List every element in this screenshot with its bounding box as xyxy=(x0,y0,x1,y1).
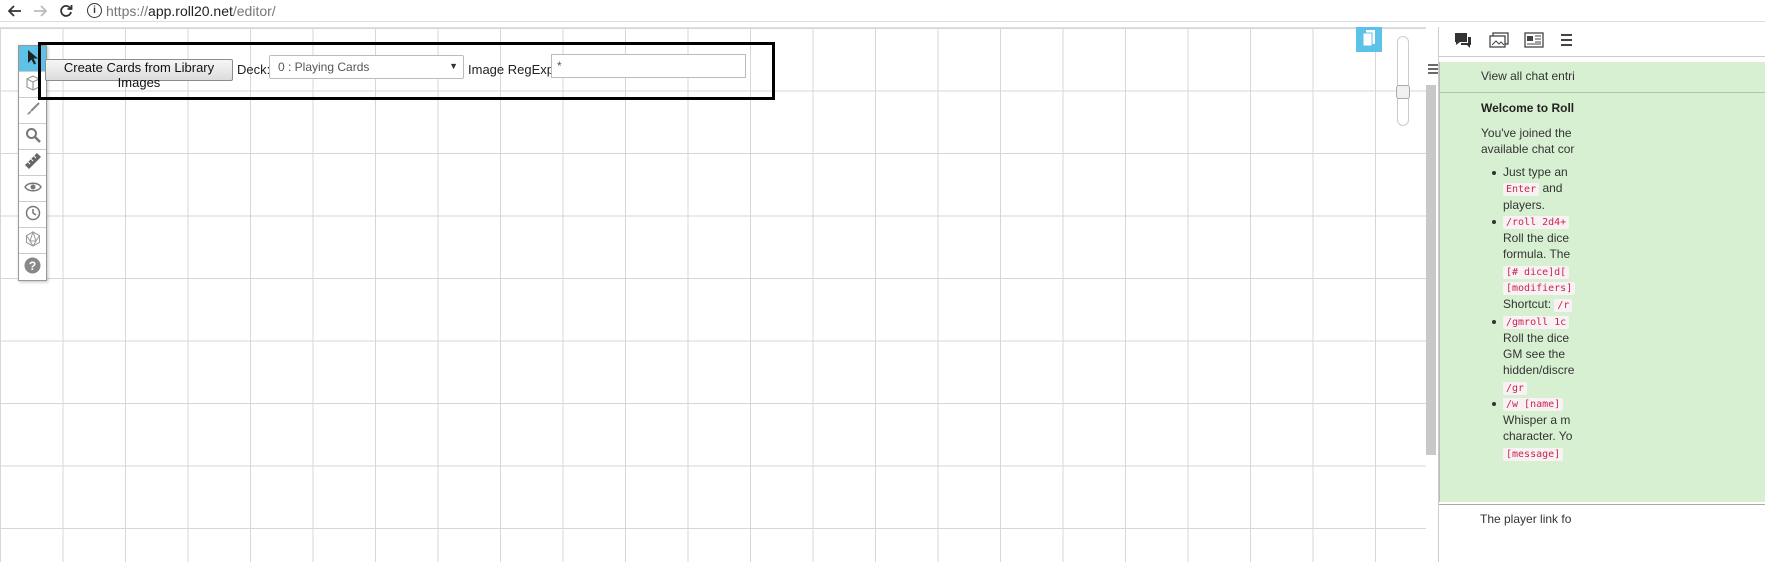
regexp-label: Image RegExp: xyxy=(468,62,558,77)
chat-help-text: /gmroll 1c xyxy=(1503,314,1570,329)
deck-selected-value: 0 : Playing Cards xyxy=(278,60,370,74)
chat-help-text: GM see the xyxy=(1503,347,1566,361)
pictures-icon xyxy=(1489,32,1509,51)
select-icon xyxy=(27,49,39,68)
view-all-chat-link[interactable]: View all chat entri xyxy=(1481,69,1575,83)
dice-tool-button[interactable] xyxy=(19,228,46,254)
hamburger-menu-icon[interactable] xyxy=(1428,63,1438,75)
forward-arrow-icon[interactable] xyxy=(31,2,49,20)
chat-log[interactable]: View all chat entri Welcome to Roll You'… xyxy=(1439,62,1765,502)
intro-line: available chat cor xyxy=(1481,142,1575,156)
turn-tracker-button[interactable] xyxy=(19,202,46,228)
zoom-icon xyxy=(25,127,41,146)
site-info-icon[interactable]: i xyxy=(87,3,102,18)
code-snippet: /gmroll 1c xyxy=(1503,316,1570,329)
chat-help-text: Roll the dice xyxy=(1503,231,1570,245)
url-protocol: https:// xyxy=(106,3,149,19)
intro-line: You've joined the xyxy=(1481,126,1572,140)
zoom-slider[interactable] xyxy=(1396,36,1410,126)
help-tool-button[interactable]: ? xyxy=(19,254,46,280)
reload-icon[interactable] xyxy=(57,2,75,20)
bullet xyxy=(1492,220,1496,224)
list-icon xyxy=(1560,32,1572,51)
chat-tab[interactable] xyxy=(1453,32,1473,52)
chat-help-text: /w [name] xyxy=(1503,396,1564,411)
chat-bubble-icon xyxy=(1453,32,1473,52)
chat-help-text: Enter and xyxy=(1503,181,1562,196)
chat-help-text: players. xyxy=(1503,198,1546,212)
code-snippet: [modifiers] xyxy=(1503,282,1576,295)
chat-help-text: Shortcut: /r xyxy=(1503,297,1573,312)
welcome-heading: Welcome to Roll xyxy=(1481,101,1575,115)
sidebar-panel: View all chat entri Welcome to Roll You'… xyxy=(1438,27,1765,562)
brush-icon xyxy=(25,101,41,120)
code-snippet: /r xyxy=(1554,299,1573,312)
card-icon xyxy=(1362,29,1376,50)
chat-help-text: Whisper a m xyxy=(1503,413,1571,427)
regexp-input[interactable] xyxy=(551,54,746,78)
chat-bottom-divider xyxy=(1439,504,1765,505)
chat-help-text: [message] xyxy=(1503,446,1564,461)
ruler-icon xyxy=(24,152,42,173)
journal-tab[interactable] xyxy=(1524,32,1544,51)
code-snippet: [message] xyxy=(1503,448,1564,461)
chat-help-text: Just type an xyxy=(1503,165,1568,179)
code-snippet: /gr xyxy=(1503,382,1528,395)
code-snippet: Enter xyxy=(1503,183,1540,196)
back-arrow-icon[interactable] xyxy=(6,2,24,20)
card-deck-button[interactable] xyxy=(1356,27,1382,52)
clock-icon xyxy=(25,205,41,224)
art-library-tab[interactable] xyxy=(1489,32,1509,51)
code-snippet: [# dice]d[ xyxy=(1503,266,1570,279)
chat-help-text: character. Yo xyxy=(1503,429,1573,443)
zoom-tool-button[interactable] xyxy=(19,124,46,150)
zoom-slider-handle[interactable] xyxy=(1396,85,1410,99)
chat-help-text: /roll 2d4+ xyxy=(1503,214,1570,229)
url-path: /editor/ xyxy=(232,3,276,19)
bullet xyxy=(1492,171,1496,175)
chat-help-text: [# dice]d[ xyxy=(1503,264,1570,279)
create-cards-button[interactable]: Create Cards from Library Images xyxy=(45,59,233,90)
chat-help-text: Roll the dice xyxy=(1503,331,1570,345)
deck-label: Deck: xyxy=(237,62,271,77)
browser-address-bar: i https://app.roll20.net/editor/ xyxy=(0,0,1765,22)
newspaper-icon xyxy=(1524,32,1544,51)
chat-help-text: hidden/discre xyxy=(1503,363,1575,377)
canvas-scrollbar[interactable] xyxy=(1426,85,1436,455)
url-host: app.roll20.net xyxy=(148,3,233,19)
deck-select[interactable]: 0 : Playing Cards ▼ xyxy=(269,55,464,79)
code-snippet: /roll 2d4+ xyxy=(1503,216,1570,229)
player-link-text: The player link fo xyxy=(1480,512,1572,526)
chat-divider xyxy=(1440,92,1765,93)
help-icon: ? xyxy=(24,257,41,277)
chat-help-text: /gr xyxy=(1503,380,1528,395)
bullet xyxy=(1492,320,1496,324)
chat-help-text: formula. The xyxy=(1503,247,1571,261)
compendium-tab[interactable] xyxy=(1556,33,1576,50)
ruler-tool-button[interactable] xyxy=(19,150,46,176)
eye-icon xyxy=(23,181,42,196)
svg-text:?: ? xyxy=(29,259,36,273)
d20-icon xyxy=(25,230,41,250)
code-snippet: /w [name] xyxy=(1503,398,1564,411)
fog-tool-button[interactable] xyxy=(19,176,46,202)
chat-help-text: [modifiers] xyxy=(1503,280,1576,295)
dropdown-arrow-icon: ▼ xyxy=(449,61,458,71)
map-canvas[interactable] xyxy=(0,27,1426,562)
url-field[interactable]: https://app.roll20.net/editor/ xyxy=(106,3,276,19)
bullet xyxy=(1492,402,1496,406)
sidebar-tabs xyxy=(1439,27,1765,57)
draw-tool-button[interactable] xyxy=(19,98,46,124)
